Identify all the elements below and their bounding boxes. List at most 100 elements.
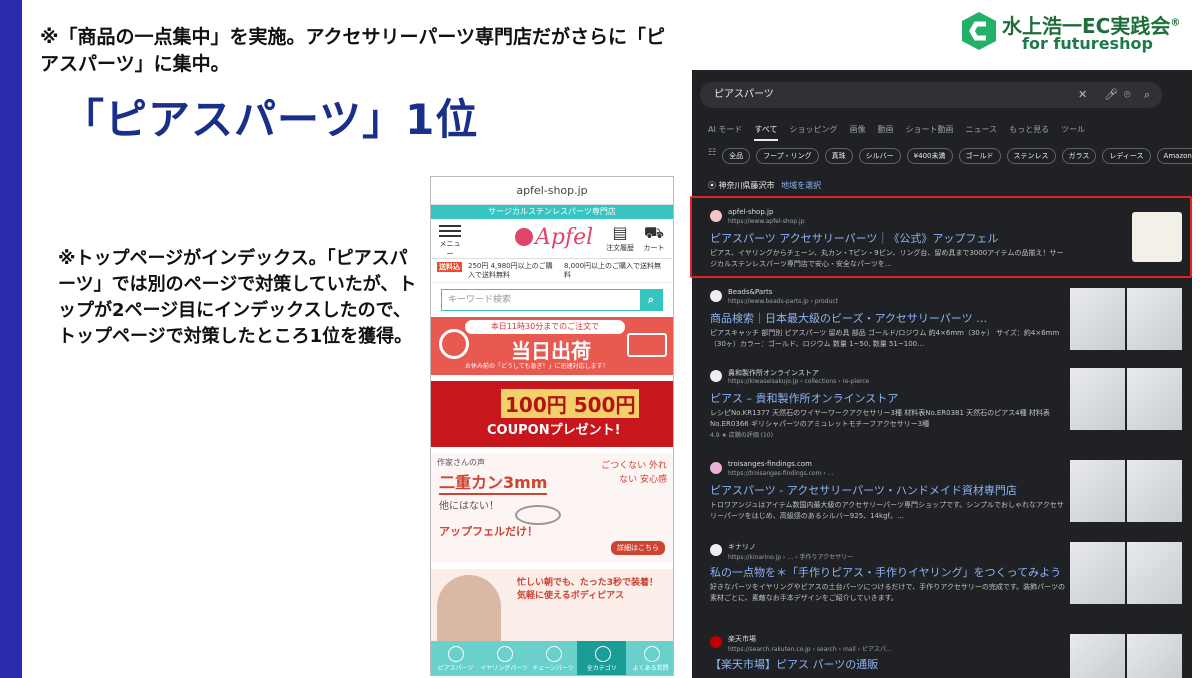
apple-icon (515, 228, 533, 246)
search-results-screenshot: ピアスパーツ ✕ 🎤︎ ⌾ ⌕ AI モード すべて ショッピング 画像 動画 … (692, 70, 1192, 678)
mobile-header: メニュー Apfel ▤ 注文履歴 ⛟ カート (431, 219, 673, 259)
search-result[interactable]: 貴和製作所オンラインストア https://kiwaseisakujo.jp ›… (692, 362, 1192, 440)
truck-icon (627, 333, 667, 357)
result-title[interactable]: ピアスパーツ - アクセサリーパーツ・ハンドメイド資材専門店 (710, 482, 1070, 498)
banner3-title: 二重カン3mm (439, 469, 548, 495)
chip[interactable]: ガラス (1061, 148, 1097, 164)
search-result[interactable]: troisanges-findings.com https://troisang… (692, 454, 1192, 532)
shop-logo[interactable]: Apfel (515, 225, 593, 250)
tab-videos[interactable]: 動画 (878, 124, 894, 141)
result-url: https://kiwaseisakujo.jp › collections ›… (728, 378, 870, 385)
tab-news[interactable]: ニュース (966, 124, 998, 141)
result-site: Beads&Parts (728, 288, 773, 296)
tab-ai-mode[interactable]: AI モード (708, 124, 742, 141)
search-icon[interactable]: ⌕ (640, 290, 662, 310)
favicon-icon (710, 290, 722, 302)
tab-faq[interactable]: よくある質問 (626, 641, 673, 675)
result-site: キナリノ (728, 543, 756, 551)
search-icon[interactable]: ⌕ (1144, 82, 1150, 108)
mobile-search-input[interactable]: キーワード検索 (442, 290, 640, 310)
location-link[interactable]: 地域を選択 (781, 181, 821, 190)
tab-shopping[interactable]: ショッピング (790, 124, 838, 141)
shop-logo-text: Apfel (535, 225, 594, 250)
chip[interactable]: Amazon (1156, 148, 1192, 164)
result-thumbnails[interactable] (1070, 542, 1182, 604)
banner-double-ring[interactable]: 作家さんの声 二重カン3mm 他にはない！ アップフェルだけ！ ごつくない 外れ… (431, 453, 673, 563)
chip[interactable]: フープ・リング (756, 148, 819, 164)
result-url: https://troisanges-findings.com › … (728, 470, 834, 477)
result-title[interactable]: ピアス – 貴和製作所オンラインストア (710, 390, 1070, 406)
mobile-search[interactable]: キーワード検索 ⌕ (441, 289, 663, 311)
order-history-label: 注文履歴 (606, 244, 634, 252)
mobile-site-screenshot: apfel-shop.jp サージカルステンレスパーツ専門店 メニュー Apfe… (430, 176, 674, 676)
result-title[interactable]: 私の一点物を＊「手作りピアス・手作りイヤリング」をつくってみよう (710, 564, 1070, 580)
banner1-pill: 本日11時30分までのご注文で (465, 320, 625, 334)
banner4-text: 忙しい朝でも、たった3秒で装着！ 気軽に使えるボディピアス (517, 578, 658, 601)
search-bar[interactable]: ピアスパーツ ✕ 🎤︎ ⌾ ⌕ (700, 82, 1162, 108)
lens-icon[interactable]: ⌾ (1124, 82, 1131, 108)
banner2-coupon: COUPONプレゼント! (487, 423, 621, 438)
chip[interactable]: ゴールド (958, 148, 1001, 164)
banner-same-day[interactable]: 本日11時30分までのご注文で 当日出荷 お休み前の「どうしても急ぎ！」に迅速対… (431, 317, 673, 375)
location-pin-icon: ⦿ (708, 181, 716, 190)
banner-coupon[interactable]: 100円 500円 COUPONプレゼント! (431, 381, 673, 447)
tab-all[interactable]: すべて (754, 124, 778, 141)
search-result[interactable]: 楽天市場 https://search.rakuten.co.jp › sear… (692, 628, 1192, 678)
tab-all-categories[interactable]: 全カテゴリ (577, 641, 627, 675)
result-title[interactable]: 【楽天市場】ピアス パーツの通販 (710, 656, 1070, 672)
shipping-left: 250円 4,980円以上のご購入で送料無料 (468, 262, 553, 279)
search-tabs: AI モード すべて ショッピング 画像 動画 ショート動画 ニュース もっと見… (708, 124, 1085, 141)
result-thumbnails[interactable] (1070, 634, 1182, 678)
chip[interactable]: ステンレス (1006, 148, 1056, 164)
banner3-button[interactable]: 詳細はこちら (611, 541, 665, 555)
brand-logo: 水上浩一EC実践会® for futureshop (958, 8, 1188, 58)
tab-short-videos[interactable]: ショート動画 (906, 124, 954, 141)
search-result[interactable]: キナリノ https://kinarino.jp › … › 手作りアクセサリー… (692, 536, 1192, 614)
mic-icon[interactable]: 🎤︎ (1104, 82, 1118, 108)
result-thumbnails[interactable] (1070, 460, 1182, 522)
logo-mark-icon (962, 12, 996, 50)
banner3-brand: アップフェルだけ！ (439, 525, 538, 538)
result-thumbnails[interactable] (1070, 368, 1182, 430)
banner3-mid: 他にはない！ (439, 501, 499, 512)
favicon-icon (710, 544, 722, 556)
model-photo (437, 575, 501, 649)
menu-button[interactable]: メニュー (437, 223, 463, 259)
result-title[interactable]: 商品検索｜日本最大級のビーズ・アクセサリーパーツ … (710, 310, 1070, 326)
result-url: https://kinarino.jp › … › 手作りアクセサリー (728, 554, 854, 561)
shipping-badge: 送料込 (437, 262, 462, 272)
tab-chain-parts[interactable]: チェーンパーツ (529, 641, 578, 675)
tab-tools[interactable]: ツール (1061, 124, 1085, 141)
result-thumbnails[interactable] (1070, 288, 1182, 350)
banner-body-pierce[interactable]: 忙しい朝でも、たった3秒で装着！ 気軽に使えるボディピアス (431, 569, 673, 649)
top-result-highlight (690, 196, 1192, 278)
result-rating: 4.9 ★ 店舗の評価 (10) (710, 432, 773, 439)
search-result[interactable]: Beads&Parts https://www.beads-parts.jp ›… (692, 282, 1192, 360)
search-query[interactable]: ピアスパーツ (714, 82, 774, 108)
banner3-top: 作家さんの声 (437, 458, 485, 467)
tab-earring-parts[interactable]: イヤリングパーツ (480, 641, 529, 675)
tab-pierce-parts[interactable]: ピアスパーツ (431, 641, 480, 675)
slide-side-note: ※トップページがインデックス。「ピアスパーツ」では別のページで対策していたが、ト… (58, 248, 417, 347)
document-icon: ▤ (612, 223, 628, 242)
tab-more[interactable]: もっと見る (1009, 124, 1049, 141)
filter-icon[interactable]: ☷ (708, 148, 716, 164)
logo-subtitle: for futureshop (1022, 34, 1153, 53)
chip[interactable]: 真珠 (824, 148, 853, 164)
tab-images[interactable]: 画像 (850, 124, 866, 141)
result-snippet: レシピNo.KR1377 天然石のワイヤーワークアクセサリー3種 材料表No.E… (710, 409, 1050, 428)
mobile-url: apfel-shop.jp (431, 177, 673, 205)
result-site: 楽天市場 (728, 635, 756, 643)
left-accent-bar (0, 0, 22, 678)
chip[interactable]: レディース (1102, 148, 1151, 164)
shipping-info: 送料込 250円 4,980円以上のご購入で送料無料 8,000円以上のご購入で… (431, 259, 673, 283)
clear-icon[interactable]: ✕ (1078, 82, 1087, 108)
cart-label: カート (643, 244, 665, 252)
chip[interactable]: 全品 (722, 148, 751, 164)
cart-icon: ⛟ (643, 223, 665, 242)
chip[interactable]: ¥400未満 (906, 148, 953, 164)
cart-button[interactable]: ⛟ カート (639, 223, 669, 253)
menu-label: メニュー (439, 240, 461, 258)
order-history-button[interactable]: ▤ 注文履歴 (605, 223, 635, 253)
chip[interactable]: シルバー (858, 148, 901, 164)
